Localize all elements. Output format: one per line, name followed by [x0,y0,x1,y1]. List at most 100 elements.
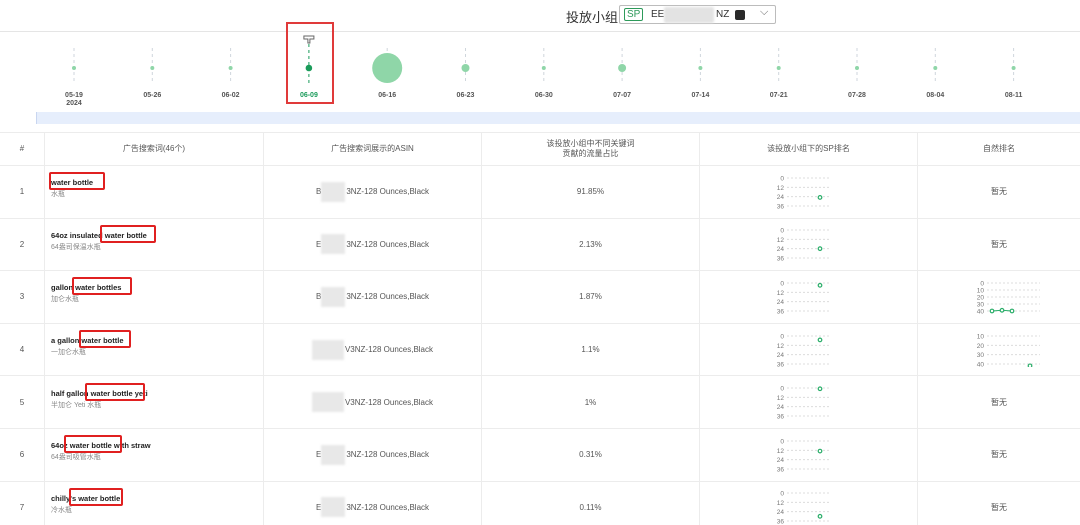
asin-cell[interactable]: B 3NZ-128 Ounces,Black [264,166,482,218]
rank-point[interactable] [817,337,823,342]
rank-axis-tick: 12 [777,448,785,455]
rank-axis-tick: 24 [777,194,785,201]
natural-rank-text: 暂无 [991,239,1007,249]
rank-point[interactable] [817,246,823,252]
asin-text: 3NZ-128 Ounces,Black [346,187,430,197]
timeline-date-label[interactable]: 07-07 [613,92,631,100]
timeline-bubble[interactable] [776,66,781,70]
sp-badge: SP [624,8,644,21]
asin-cell[interactable]: V3NZ-128 Ounces,Black [264,323,482,376]
timeline-bubble[interactable] [698,66,703,70]
natural-rank-cell: 暂无 [918,376,1080,428]
header-asin[interactable]: 广告搜索词展示的ASIN [264,133,482,165]
rank-point[interactable] [999,307,1005,313]
rank-axis-tick: 24 [777,404,785,411]
keyword-translation: 半加仑 Yeti 水瓶 [51,401,102,409]
rank-axis-tick: 0 [780,228,784,235]
timeline-date-label[interactable]: 07-21 [770,92,788,100]
rank-axis-tick: 24 [777,299,785,306]
table-row[interactable]: 2 64oz insulated water bottle 64盎司保温水瓶 E 3NZ… [0,218,1080,272]
table-row[interactable]: 4a gallon water bottle 一加仑水瓶 V3NZ-128 Ounc… [0,323,1080,377]
asin-cell[interactable]: E 3NZ-128 Ounces,Black [264,218,482,271]
keyword-cell[interactable]: water bottle 水瓶 [45,166,264,218]
keyword-cell[interactable]: 64oz water bottle with straw 64盎司吸管水瓶 [45,429,264,481]
timeline-bubble[interactable] [228,66,233,70]
timeline-date: 05-26 [143,92,162,99]
rank-point[interactable] [1009,308,1015,314]
keyword-cell[interactable]: gallon water bottles 加仑水瓶 [45,271,264,323]
rank-axis-tick: 12 [777,185,785,192]
highlight-box [85,382,145,401]
traffic-share: 0.31% [482,429,700,481]
table-row[interactable]: 3 gallon water bottles 加仑水瓶 B 3NZ-128 Ounces… [0,271,1080,324]
asin-cell[interactable]: E 3NZ-128 Ounces,Black [264,429,482,481]
asin-text: 3NZ-128 Ounces,Black [346,450,430,460]
table-row[interactable]: 1 water bottle 水瓶 B 3NZ-128 Ounces,Black 91.8… [0,166,1080,219]
table-row[interactable]: 5 half gallon water bottle yeti 半加仑 Yeti 水… [0,376,1080,429]
natural-rank-cell: 暂无 [918,482,1080,525]
sp-rank-cell: 0 12 24 36 [700,481,918,525]
rank-point[interactable] [817,194,823,200]
table-row[interactable]: 6 64oz water bottle with straw 64盎司吸管水瓶 E 3N… [0,429,1080,482]
keyword-cell[interactable]: half gallon water bottle yeti 半加仑 Yeti 水瓶 [45,376,264,428]
redacted-asin [321,286,346,307]
timeline-date: 07-28 [848,92,866,99]
timeline-scrollbar[interactable] [36,112,1080,124]
natural-rank-text: 暂无 [991,187,1007,197]
asin-text: V3NZ-128 Ounces,Black [344,345,434,355]
keyword-cell[interactable]: a gallon water bottle 一加仑水瓶 [45,323,264,376]
timeline-date-label[interactable]: 08-04 [926,92,944,100]
sp-rank-cell: 0 12 24 36 [700,376,918,428]
rank-point[interactable] [989,308,995,314]
rank-point[interactable] [817,282,823,288]
timeline-date-label[interactable]: 05-26 [143,92,161,100]
timeline-date-label[interactable]: 06-16 [378,92,396,100]
keyword-cell[interactable]: 64oz insulated water bottle 64盎司保温水瓶 [45,218,264,271]
timeline-date-label[interactable]: 06-02 [222,92,240,100]
timeline-date-label[interactable]: 06-23 [457,92,475,100]
timeline-bubble[interactable] [618,64,627,72]
header-keyword[interactable]: 广告搜索词(46个) [45,133,264,165]
timeline-date: 06-16 [378,92,397,99]
traffic-share: 2.13% [482,218,700,271]
timeline-bubble[interactable] [1011,66,1016,70]
timeline-bubble[interactable] [150,66,155,70]
header-traffic[interactable]: 该投放小组中不同关键词 贡献的流量占比 [482,133,700,165]
rank-sparkline: 0 12 24 36 [777,228,830,261]
group-select[interactable]: SP EE NZ ⌵ [619,5,776,24]
rank-point[interactable] [817,386,823,392]
timeline-date: 06-23 [456,92,475,99]
header-natural-rank[interactable]: 自然排名 [918,133,1080,165]
rank-point[interactable] [1027,363,1033,367]
table-row[interactable]: 7 chilly's water bottle 冷水瓶 E 3NZ-128 Ounces… [0,481,1080,525]
redacted-asin [321,497,346,518]
timeline-bubble[interactable] [855,66,859,70]
traffic-share: 1.87% [482,271,700,323]
rank-axis-tick: 36 [777,466,785,472]
row-index: 4 [0,323,45,376]
row-index: 3 [0,271,45,323]
timeline-bubble[interactable] [372,53,403,83]
rank-sparkline: 10 20 30 40 [977,333,1040,367]
timeline-bubble[interactable] [541,66,546,70]
timeline-bubble[interactable] [933,66,938,70]
timeline-date-label[interactable]: 08-11 [1005,92,1023,100]
rank-point[interactable] [817,514,823,520]
natural-rank-cell: 10 20 30 40 [918,324,1080,376]
header-sp-rank[interactable]: 该投放小组下的SP排名 [700,133,918,165]
timeline-date-label[interactable]: 05-19 2024 [65,92,83,108]
timeline-bubble[interactable] [461,64,470,72]
asin-cell[interactable]: V3NZ-128 Ounces,Black [264,376,482,428]
timeline-date-label[interactable]: 07-14 [691,92,709,100]
natural-rank-cell: 暂无 [918,166,1080,218]
rank-axis-tick: 0 [780,333,784,340]
keyword-cell[interactable]: chilly's water bottle 冷水瓶 [45,481,264,525]
timeline-bubble[interactable] [72,66,76,70]
header-index: # [0,133,45,165]
rank-point[interactable] [817,448,823,454]
asin-cell[interactable]: E 3NZ-128 Ounces,Black [264,481,482,525]
timeline-date-label[interactable]: 06-30 [535,92,553,100]
asin-cell[interactable]: B 3NZ-128 Ounces,Black [264,271,482,323]
timeline-date-label[interactable]: 07-28 [848,92,866,100]
highlight-box [100,224,156,243]
